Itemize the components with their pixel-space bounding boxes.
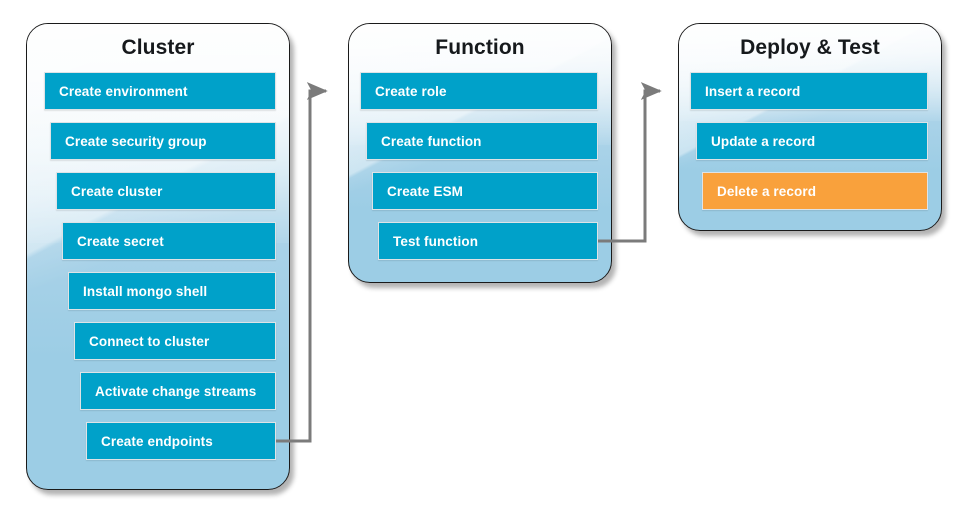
step-label: Create cluster (71, 183, 163, 199)
step-label: Test function (393, 233, 479, 249)
step-box[interactable]: Create secret (62, 222, 276, 260)
step-box[interactable]: Create endpoints (86, 422, 276, 460)
step-label: Connect to cluster (89, 333, 210, 349)
step-label: Create role (375, 83, 447, 99)
step-label: Create security group (65, 133, 207, 149)
step-box[interactable]: Delete a record (702, 172, 928, 210)
step-box[interactable]: Test function (378, 222, 598, 260)
step-box[interactable]: Update a record (696, 122, 928, 160)
step-box[interactable]: Insert a record (690, 72, 928, 110)
step-box[interactable]: Create function (366, 122, 598, 160)
step-box[interactable]: Connect to cluster (74, 322, 276, 360)
step-label: Create secret (77, 233, 164, 249)
step-box[interactable]: Create security group (50, 122, 276, 160)
step-label: Update a record (711, 133, 816, 149)
step-box[interactable]: Create cluster (56, 172, 276, 210)
step-label: Create ESM (387, 183, 464, 199)
step-label: Create environment (59, 83, 188, 99)
panel-title-cluster: Cluster (121, 36, 195, 59)
step-box[interactable]: Create role (360, 72, 598, 110)
step-box[interactable]: Create environment (44, 72, 276, 110)
step-label: Activate change streams (95, 383, 257, 399)
workflow-diagram: Cluster Function Deploy & Test Create envi… (0, 0, 965, 505)
panel-title-function: Function (435, 36, 525, 59)
panel-title-deploy-test: Deploy & Test (740, 36, 880, 59)
step-box[interactable]: Install mongo shell (68, 272, 276, 310)
step-label: Insert a record (705, 83, 801, 99)
step-box[interactable]: Create ESM (372, 172, 598, 210)
step-label: Delete a record (717, 183, 817, 199)
step-box[interactable]: Activate change streams (80, 372, 276, 410)
step-label: Create endpoints (101, 433, 213, 449)
step-label: Install mongo shell (83, 283, 208, 299)
step-label: Create function (381, 133, 482, 149)
